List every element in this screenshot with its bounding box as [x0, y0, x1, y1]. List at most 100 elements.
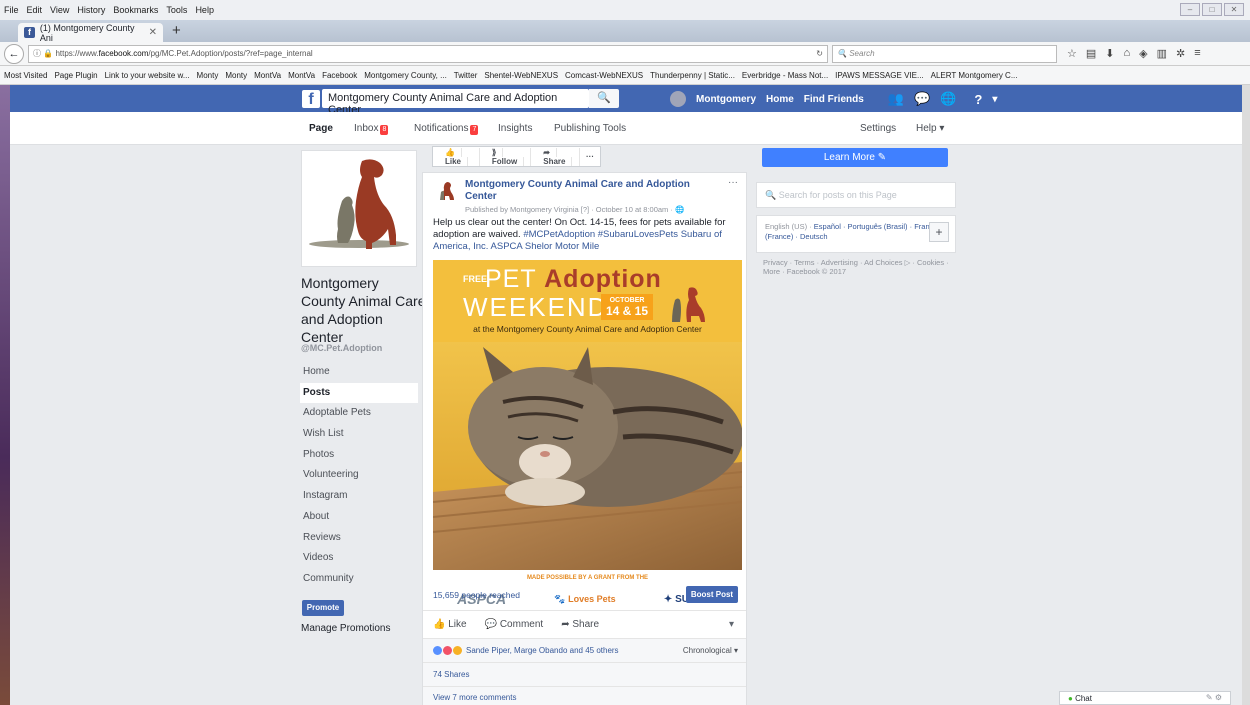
sidebar-item-home[interactable]: Home — [300, 362, 418, 383]
tab-settings[interactable]: Settings — [860, 123, 896, 134]
bookmark-item[interactable]: Twitter — [454, 71, 478, 80]
scrollbar[interactable] — [1242, 85, 1250, 705]
bookmark-item[interactable]: MontVa — [254, 71, 281, 80]
more-options-button[interactable]: ··· — [580, 152, 600, 161]
avatar[interactable] — [670, 91, 686, 107]
tab-page[interactable]: Page — [309, 123, 333, 134]
chat-bar[interactable]: ● Chat ✎ ⚙ — [1059, 691, 1231, 705]
bookmark-item[interactable]: Thunderpenny | Static... — [650, 71, 735, 80]
download-icon[interactable]: ⬇ — [1105, 47, 1114, 60]
people-reached[interactable]: 15,659 people reached — [433, 590, 520, 600]
post-author-link[interactable]: Montgomery County Animal Care and Adopti… — [465, 179, 705, 203]
facebook-logo-icon[interactable]: f — [302, 90, 320, 108]
menu-edit[interactable]: Edit — [27, 5, 43, 15]
menu-bookmarks[interactable]: Bookmarks — [113, 5, 158, 15]
pocket-icon[interactable]: ◈ — [1139, 47, 1147, 60]
menu-history[interactable]: History — [77, 5, 105, 15]
bookmark-item[interactable]: Montgomery County, ... — [364, 71, 447, 80]
menu-file[interactable]: File — [4, 5, 19, 15]
maximize-button[interactable]: □ — [1202, 3, 1222, 16]
notifications-globe-icon[interactable]: 🌐 — [940, 91, 956, 107]
sidebar-item-adoptable-pets[interactable]: Adoptable Pets — [300, 403, 418, 424]
help-question-icon[interactable]: ? — [974, 92, 982, 107]
chat-settings-icon[interactable]: ✎ ⚙ — [1206, 693, 1222, 702]
page-title[interactable]: Montgomery County Animal Care and Adopti… — [301, 274, 426, 346]
shares-count[interactable]: 74 Shares — [423, 662, 746, 686]
post-as-selector[interactable]: ▾ — [729, 619, 734, 630]
extension-icon[interactable]: ✲ — [1176, 47, 1185, 60]
bookmark-item[interactable]: Monty — [225, 71, 247, 80]
sidebar-item-reviews[interactable]: Reviews — [300, 528, 418, 549]
hamburger-menu-icon[interactable]: ≡ — [1194, 47, 1200, 60]
profile-picture[interactable] — [301, 150, 417, 267]
bookmark-item[interactable]: Monty — [197, 71, 219, 80]
learn-more-button[interactable]: Learn More ✎ — [762, 148, 948, 167]
search-posts-input[interactable]: 🔍 Search for posts on this Page — [756, 182, 956, 208]
sidebar-item-instagram[interactable]: Instagram — [300, 486, 418, 507]
url-field[interactable]: ⓘ 🔒 https://www. facebook.com/pg/MC.Pet.A… — [28, 44, 828, 63]
bookmark-item[interactable]: IPAWS MESSAGE VIE... — [835, 71, 923, 80]
profile-link[interactable]: Montgomery — [696, 94, 756, 105]
post-share-button[interactable]: ➦ Share — [561, 619, 599, 630]
bookmark-item[interactable]: Comcast-WebNEXUS — [565, 71, 643, 80]
view-more-comments-link[interactable]: View 7 more comments — [423, 686, 746, 705]
post-hashtags[interactable]: #MCPetAdoption #SubaruLovesPets — [523, 229, 678, 240]
post-options-icon[interactable]: ··· — [728, 177, 738, 188]
account-menu-icon[interactable]: ▾ — [992, 94, 997, 105]
follow-button[interactable]: ⟫ Follow — [480, 147, 532, 166]
facebook-search-input[interactable]: Montgomery County Animal Care and Adopti… — [322, 89, 589, 116]
footer-links[interactable]: Privacy · Terms · Advertising · Ad Choic… — [763, 258, 953, 276]
search-icon[interactable]: 🔍 — [589, 89, 619, 108]
bookmark-item[interactable]: Link to your website w... — [105, 71, 190, 80]
tab-publishing-tools[interactable]: Publishing Tools — [554, 123, 626, 134]
library-icon[interactable]: ▥ — [1157, 47, 1167, 60]
close-tab-icon[interactable]: ✕ — [149, 27, 157, 38]
reading-list-icon[interactable]: ▤ — [1086, 47, 1096, 60]
post-comment-button[interactable]: 💬 Comment — [485, 619, 544, 630]
bookmark-item[interactable]: Shentel-WebNEXUS — [484, 71, 558, 80]
back-button[interactable]: ← — [4, 43, 24, 64]
menu-help[interactable]: Help — [195, 5, 214, 15]
boost-post-button[interactable]: Boost Post — [686, 586, 738, 603]
page-like-button[interactable]: 👍 Like — [433, 147, 480, 166]
tab-help[interactable]: Help ▾ — [916, 123, 944, 134]
bookmark-item[interactable]: MontVa — [288, 71, 315, 80]
page-handle[interactable]: @MC.Pet.Adoption — [301, 343, 382, 353]
post-like-button[interactable]: 👍 Like — [433, 619, 467, 630]
post-author-avatar[interactable] — [436, 180, 458, 202]
sidebar-item-wish-list[interactable]: Wish List — [300, 424, 418, 445]
browser-tab[interactable]: f (1) Montgomery County Ani ✕ — [18, 23, 163, 43]
tab-inbox[interactable]: Inbox 8 — [354, 123, 389, 135]
sidebar-item-posts[interactable]: Posts — [300, 382, 418, 404]
bookmark-item[interactable]: Page Plugin — [54, 71, 97, 80]
new-tab-button[interactable]: + — [172, 22, 181, 39]
reactions-text[interactable]: Sande Piper, Marge Obando and 45 others — [466, 646, 619, 655]
post-image[interactable]: FREE PET Adoption WEEKEND OCTOBER 14 & 15… — [433, 260, 742, 570]
promote-button[interactable]: Promote — [302, 600, 344, 616]
messages-icon[interactable]: 💬 — [914, 91, 930, 107]
sidebar-item-photos[interactable]: Photos — [300, 445, 418, 466]
friend-requests-icon[interactable]: 👥 — [888, 91, 904, 107]
bookmark-star-icon[interactable]: ☆ — [1067, 47, 1077, 60]
home-icon[interactable]: ⌂ — [1124, 47, 1131, 60]
menu-view[interactable]: View — [50, 5, 69, 15]
bookmark-item[interactable]: Most Visited — [4, 71, 47, 80]
close-window-button[interactable]: ✕ — [1224, 3, 1244, 16]
manage-promotions-link[interactable]: Manage Promotions — [301, 623, 391, 634]
bookmark-item[interactable]: ALERT Montgomery C... — [931, 71, 1018, 80]
bookmark-item[interactable]: Everbridge - Mass Not... — [742, 71, 828, 80]
tab-insights[interactable]: Insights — [498, 123, 532, 134]
bookmark-item[interactable]: Facebook — [322, 71, 357, 80]
info-icon[interactable]: ⓘ — [33, 48, 41, 59]
find-friends-link[interactable]: Find Friends — [804, 94, 864, 105]
sidebar-item-about[interactable]: About — [300, 507, 418, 528]
page-share-button[interactable]: ➦ Share — [531, 147, 580, 166]
reload-icon[interactable]: ↻ — [816, 49, 823, 58]
search-box[interactable]: 🔍 Search — [832, 44, 1057, 63]
sidebar-item-community[interactable]: Community — [300, 569, 418, 590]
sidebar-item-videos[interactable]: Videos — [300, 548, 418, 569]
comment-order-dropdown[interactable]: Chronological ▾ — [683, 646, 738, 655]
add-language-button[interactable]: + — [929, 222, 949, 242]
minimize-button[interactable]: – — [1180, 3, 1200, 16]
menu-tools[interactable]: Tools — [166, 5, 187, 15]
